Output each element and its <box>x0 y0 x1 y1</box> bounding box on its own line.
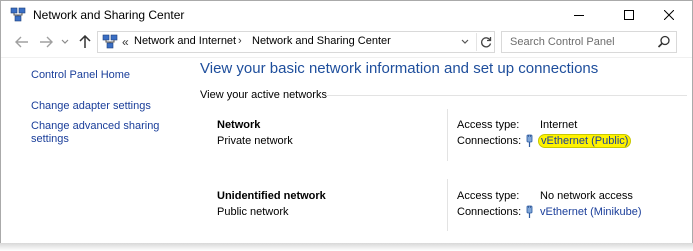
connections-label: Connections: <box>457 206 522 218</box>
window: Network and Sharing Center « Network and… <box>0 0 693 251</box>
chevron-down-icon <box>461 39 469 44</box>
search-placeholder[interactable]: Search Control Panel <box>510 36 615 48</box>
network-divider <box>447 179 448 231</box>
change-adapter-settings-link[interactable]: Change adapter settings <box>31 100 151 113</box>
close-button[interactable] <box>646 1 692 29</box>
ethernet-connection-icon <box>526 134 533 147</box>
network-name: Network <box>217 119 261 131</box>
recent-locations-button[interactable] <box>60 34 70 50</box>
minimize-button[interactable] <box>556 1 602 29</box>
minimize-icon <box>574 15 584 16</box>
up-button[interactable] <box>77 34 93 50</box>
arrow-left-icon <box>15 36 28 48</box>
forward-button[interactable] <box>38 34 54 50</box>
connections-label: Connections: <box>457 135 522 147</box>
close-icon <box>664 10 674 20</box>
arrow-right-icon <box>40 36 53 48</box>
address-dropdown-button[interactable] <box>458 34 472 50</box>
access-type-label: Access type: <box>457 190 520 202</box>
access-type-label: Access type: <box>457 119 520 131</box>
address-overflow-chevrons[interactable]: « <box>122 35 129 49</box>
search-icon[interactable] <box>657 35 671 49</box>
address-bar[interactable]: « Network and Internet › Network and Sha… <box>97 31 495 53</box>
ethernet-connection-icon <box>526 205 533 218</box>
refresh-button[interactable] <box>476 33 494 51</box>
navigation-bar: « Network and Internet › Network and Sha… <box>1 29 692 55</box>
back-button[interactable] <box>14 34 30 50</box>
network-name: Unidentified network <box>217 190 326 202</box>
connection-link-vethernet-public[interactable]: vEthernet (Public) <box>538 134 632 148</box>
title-bar: Network and Sharing Center <box>1 1 692 29</box>
active-networks-heading: View your active networks <box>200 89 327 101</box>
control-panel-home-link[interactable]: Control Panel Home <box>31 69 130 82</box>
breadcrumb-network-and-sharing-center[interactable]: Network and Sharing Center <box>252 35 391 47</box>
page-title: View your basic network information and … <box>200 60 599 77</box>
section-divider <box>326 95 687 96</box>
arrow-up-icon <box>79 35 91 48</box>
network-profile[interactable]: Public network <box>217 206 289 218</box>
refresh-icon <box>480 37 491 48</box>
network-center-icon <box>10 7 26 22</box>
access-type-value: No network access <box>540 190 633 202</box>
window-shadow <box>0 243 693 251</box>
maximize-icon <box>624 10 634 20</box>
network-divider <box>447 109 448 161</box>
access-type-value: Internet <box>540 119 578 131</box>
breadcrumb-network-and-internet[interactable]: Network and Internet <box>134 35 236 47</box>
change-advanced-sharing-settings-link[interactable]: Change advanced sharing settings <box>31 120 159 146</box>
control-panel-icon <box>102 34 118 49</box>
search-box[interactable]: Search Control Panel <box>501 31 677 53</box>
breadcrumb-separator[interactable]: › <box>238 35 242 47</box>
network-profile[interactable]: Private network <box>217 135 293 147</box>
window-title: Network and Sharing Center <box>33 8 185 22</box>
nav-divider <box>1 57 692 58</box>
chevron-down-icon <box>61 39 69 44</box>
connection-link-vethernet-minikube[interactable]: vEthernet (Minikube) <box>540 206 642 218</box>
